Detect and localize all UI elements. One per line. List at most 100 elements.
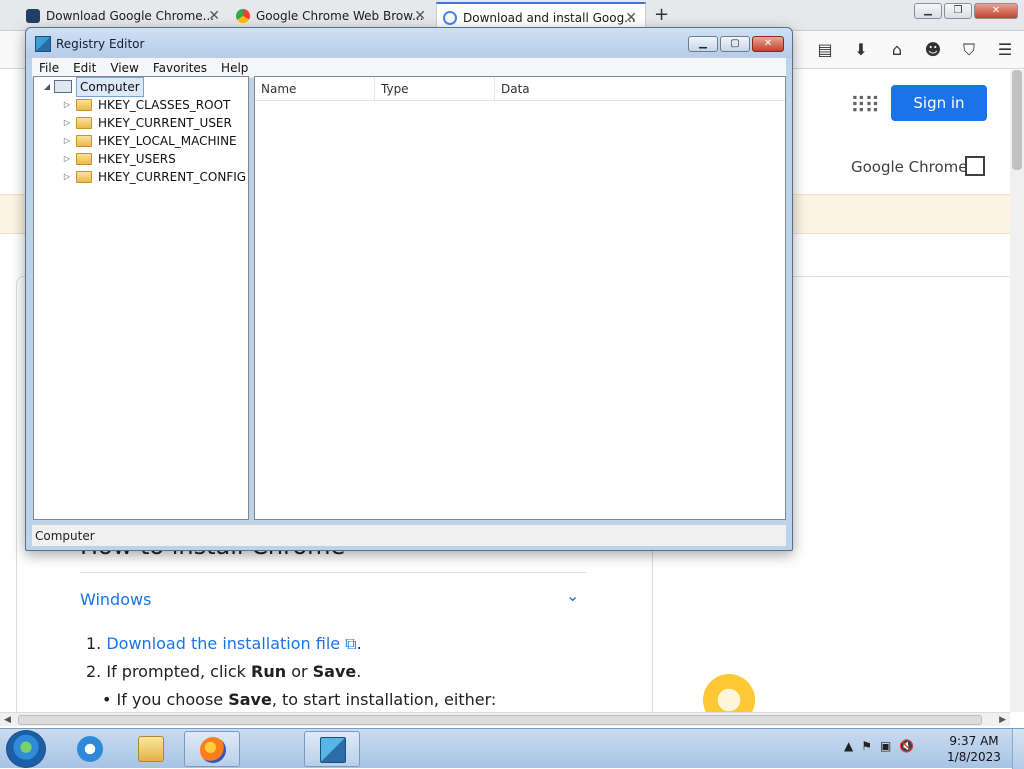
tree-node-label: HKEY_LOCAL_MACHINE	[98, 134, 237, 148]
column-data[interactable]: Data	[495, 77, 785, 101]
menu-favorites[interactable]: Favorites	[146, 58, 214, 77]
registry-editor-icon	[35, 36, 51, 52]
expand-arrow-icon[interactable]: ▷	[62, 150, 72, 168]
taskbar-clock[interactable]: 9:37 AM 1/8/2023	[946, 733, 1002, 765]
folder-icon	[76, 117, 92, 129]
taskbar-firefox[interactable]	[184, 731, 240, 767]
tree-node-hkcu[interactable]: ▷ HKEY_CURRENT_USER	[62, 114, 242, 132]
internet-explorer-icon	[77, 736, 103, 762]
list-item: 2. If prompted, click Run or Save.	[86, 662, 362, 681]
system-tray: ▲ ⚑ ▣ 🔇	[844, 739, 914, 753]
expand-arrow-icon[interactable]: ▷	[62, 96, 72, 114]
signin-button[interactable]: Sign in	[891, 85, 987, 121]
scrollbar-thumb[interactable]	[1012, 70, 1022, 170]
start-button[interactable]	[6, 730, 46, 768]
folder-icon	[76, 99, 92, 111]
maximize-icon[interactable]: ▢	[720, 36, 750, 52]
action-center-flag-icon[interactable]: ⚑	[861, 739, 872, 753]
expand-arrow-icon[interactable]: ▷	[62, 132, 72, 150]
firefox-icon	[200, 737, 226, 763]
new-tab-button[interactable]: +	[654, 4, 669, 25]
external-link-icon: ⧉	[345, 634, 357, 653]
list-item: • If you choose Save, to start installat…	[102, 690, 497, 709]
scrollbar-thumb[interactable]	[18, 715, 982, 725]
chrome-icon	[236, 9, 250, 23]
show-hidden-icons-icon[interactable]: ▲	[844, 739, 853, 753]
apps-grid-icon[interactable]: ⠿⠿	[850, 94, 880, 119]
tree-node-label: HKEY_CLASSES_ROOT	[98, 98, 231, 112]
install-steps: 1. Download the installation file ⧉. 2. …	[86, 630, 496, 712]
browser-window-controls: ▁ ❐ ✕	[912, 3, 1018, 19]
computer-icon	[54, 80, 72, 93]
status-bar: Computer	[32, 524, 786, 546]
taskbar-file-explorer[interactable]	[123, 731, 179, 767]
folder-icon	[76, 171, 92, 183]
close-icon[interactable]: ✕	[752, 36, 784, 52]
tab-download-chrome[interactable]: Download Google Chrome... ✕	[20, 2, 228, 30]
scroll-left-icon[interactable]: ◀	[4, 713, 11, 727]
tree-node-label: HKEY_CURRENT_CONFIG	[98, 170, 247, 184]
column-header: Name Type Data	[255, 77, 785, 101]
divider	[80, 572, 586, 573]
reader-view-icon[interactable]: ▤	[814, 39, 836, 61]
external-link-icon[interactable]	[965, 156, 985, 176]
tab-close-icon[interactable]: ✕	[208, 2, 220, 30]
folder-icon	[76, 135, 92, 147]
restore-icon[interactable]: ❐	[944, 3, 972, 19]
tree-node-label: Computer	[76, 77, 144, 97]
volume-muted-icon[interactable]: 🔇	[899, 739, 914, 753]
tree-node-computer[interactable]: ◢ Computer	[42, 77, 162, 97]
taskbar-registry-editor[interactable]	[304, 731, 360, 767]
tree-node-label: HKEY_USERS	[98, 152, 176, 166]
minimize-icon[interactable]: ▁	[688, 36, 718, 52]
home-icon[interactable]: ⌂	[886, 39, 908, 61]
google-chrome-link[interactable]: Google Chrome	[851, 158, 968, 176]
minimize-icon[interactable]: ▁	[914, 3, 942, 19]
menu-view[interactable]: View	[103, 58, 145, 77]
taskbar-internet-explorer[interactable]	[62, 731, 118, 767]
network-icon[interactable]: ▣	[880, 739, 891, 753]
tree-node-hkcr[interactable]: ▷ HKEY_CLASSES_ROOT	[62, 96, 242, 114]
close-icon[interactable]: ✕	[974, 3, 1018, 19]
column-type[interactable]: Type	[375, 77, 495, 101]
window-title: Registry Editor	[56, 37, 145, 51]
registry-tree-pane[interactable]: ◢ Computer ▷ HKEY_CLASSES_ROOT ▷ HKEY_CU…	[33, 76, 249, 520]
taskbar: ▲ ⚑ ▣ 🔇 9:37 AM 1/8/2023	[0, 728, 1024, 769]
chevron-down-icon[interactable]: ⌄	[566, 586, 579, 605]
folder-icon	[138, 736, 164, 762]
folder-icon	[76, 153, 92, 165]
tab-download-install-google[interactable]: Download and install Goog... ✕	[436, 2, 646, 30]
menu-file[interactable]: File	[32, 58, 66, 77]
scroll-right-icon[interactable]: ▶	[999, 713, 1006, 727]
horizontal-scrollbar[interactable]: ◀ ▶	[0, 712, 1010, 726]
toolbar-icons: ▤ ⬇ ⌂ ☻ ⛉ ☰	[814, 39, 1016, 61]
google-icon	[443, 11, 457, 25]
menu-bar: File Edit View Favorites Help	[32, 58, 786, 78]
tree-node-hkcc[interactable]: ▷ HKEY_CURRENT_CONFIG	[62, 168, 248, 186]
tab-close-icon[interactable]: ✕	[414, 2, 426, 30]
column-name[interactable]: Name	[255, 77, 375, 101]
menu-help[interactable]: Help	[214, 58, 255, 77]
pocket-icon[interactable]: ⛉	[958, 39, 980, 61]
collapse-arrow-icon[interactable]: ◢	[42, 78, 52, 96]
tab-chrome-web-browser[interactable]: Google Chrome Web Brow... ✕	[230, 2, 434, 30]
show-desktop-button[interactable]	[1012, 729, 1024, 769]
expand-arrow-icon[interactable]: ▷	[62, 114, 72, 132]
window-titlebar[interactable]: Registry Editor ▁ ▢ ✕	[26, 28, 792, 58]
clock-time: 9:37 AM	[949, 734, 999, 748]
vertical-scrollbar[interactable]	[1010, 70, 1024, 712]
list-item: 1. Download the installation file ⧉.	[86, 634, 362, 653]
tree-node-label: HKEY_CURRENT_USER	[98, 116, 232, 130]
accordion-windows[interactable]: Windows	[80, 590, 151, 609]
hamburger-menu-icon[interactable]: ☰	[994, 39, 1016, 61]
expand-arrow-icon[interactable]: ▷	[62, 168, 72, 186]
download-installation-file-link[interactable]: Download the installation file	[106, 634, 340, 653]
download-icon[interactable]: ⬇	[850, 39, 872, 61]
clock-date: 1/8/2023	[947, 750, 1001, 764]
menu-edit[interactable]: Edit	[66, 58, 103, 77]
tree-node-hklm[interactable]: ▷ HKEY_LOCAL_MACHINE	[62, 132, 246, 150]
registry-values-pane[interactable]: Name Type Data	[254, 76, 786, 520]
emoji-icon[interactable]: ☻	[922, 39, 944, 61]
registry-editor-icon	[320, 737, 346, 763]
tree-node-hku[interactable]: ▷ HKEY_USERS	[62, 150, 242, 168]
